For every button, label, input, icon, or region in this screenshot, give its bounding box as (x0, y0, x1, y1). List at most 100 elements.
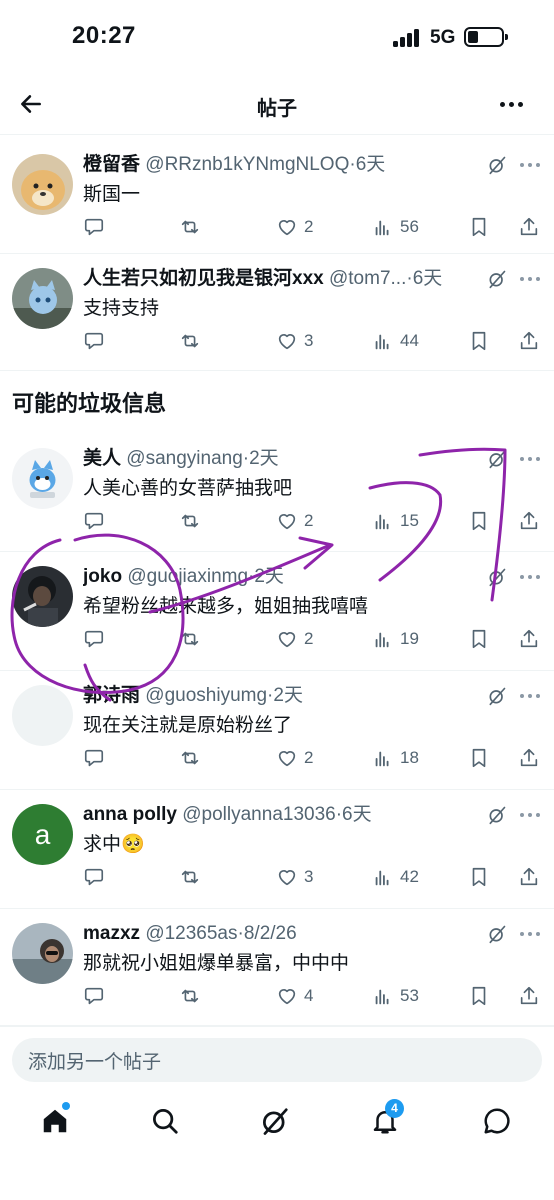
grok-icon[interactable] (487, 155, 507, 175)
bookmark-button[interactable] (468, 981, 490, 1011)
bookmark-button[interactable] (468, 862, 490, 892)
reply-button[interactable] (83, 862, 105, 892)
reply-button[interactable] (83, 212, 105, 242)
repost-button[interactable] (179, 624, 201, 654)
post-text: 现在关注就是原始粉丝了 (83, 715, 293, 736)
display-name[interactable]: 郭诗雨 (83, 685, 140, 706)
user-handle[interactable]: @sangyinang (126, 448, 242, 469)
grok-icon[interactable] (260, 1106, 294, 1140)
more-options-icon[interactable] (520, 163, 540, 168)
display-name[interactable]: 橙留香 (83, 154, 140, 175)
avatar[interactable] (12, 154, 73, 215)
notifications-icon[interactable]: 4 (370, 1099, 404, 1140)
reply-button[interactable] (83, 506, 105, 536)
like-button[interactable]: 3 (276, 326, 313, 356)
like-icon (278, 334, 296, 350)
more-options-icon[interactable] (500, 102, 526, 108)
repost-button[interactable] (179, 981, 201, 1011)
reply-post[interactable]: 美人 @sangyinang·2天 人美心善的女菩萨抽我吧 2 15 (0, 434, 554, 552)
avatar[interactable] (12, 923, 73, 984)
reply-button[interactable] (83, 624, 105, 654)
reply-button[interactable] (83, 326, 105, 356)
share-button[interactable] (518, 506, 540, 536)
avatar[interactable] (12, 685, 73, 746)
views-button[interactable]: 56 (372, 212, 419, 242)
reply-post[interactable]: joko @guojiaxinmg·2天 希望粉丝越来越多，姐姐抽我嘻嘻 2 19 (0, 552, 554, 671)
views-button[interactable]: 15 (372, 506, 419, 536)
views-button[interactable]: 19 (372, 624, 419, 654)
avatar[interactable] (12, 268, 73, 329)
likes-count: 2 (304, 629, 314, 648)
repost-button[interactable] (179, 862, 201, 892)
repost-button[interactable] (179, 326, 201, 356)
views-button[interactable]: 53 (372, 981, 419, 1011)
user-handle[interactable]: @guoshiyumg (145, 685, 267, 706)
status-bar: 20:27 5G (0, 0, 554, 75)
views-button[interactable]: 18 (372, 743, 419, 773)
grok-icon[interactable] (487, 805, 507, 825)
like-button[interactable]: 2 (276, 212, 313, 242)
more-options-icon[interactable] (520, 575, 540, 580)
more-options-icon[interactable] (520, 694, 540, 699)
display-name[interactable]: joko (83, 566, 122, 587)
bookmark-button[interactable] (468, 624, 490, 654)
like-button[interactable]: 2 (276, 743, 313, 773)
network-label: 5G (430, 27, 456, 48)
like-button[interactable]: 2 (276, 624, 313, 654)
user-handle[interactable]: @guojiaxinmg (127, 566, 248, 587)
user-handle[interactable]: @RRznb1kYNmgNLOQ (145, 154, 349, 175)
display-name[interactable]: 美人 (83, 448, 121, 469)
user-handle[interactable]: @pollyanna13036 (182, 804, 335, 825)
like-button[interactable]: 4 (276, 981, 313, 1011)
share-button[interactable] (518, 981, 540, 1011)
avatar[interactable]: a (12, 804, 73, 865)
more-options-icon[interactable] (520, 813, 540, 818)
views-button[interactable]: 42 (372, 862, 419, 892)
like-button[interactable]: 3 (276, 862, 313, 892)
bookmark-icon (472, 217, 486, 237)
reply-button[interactable] (83, 981, 105, 1011)
messages-icon[interactable] (482, 1106, 516, 1140)
home-icon[interactable] (40, 1102, 74, 1140)
reply-input[interactable]: 添加另一个帖子 (12, 1038, 542, 1082)
reply-button[interactable] (83, 743, 105, 773)
user-handle[interactable]: @tom7... (329, 268, 406, 289)
grok-icon[interactable] (487, 449, 507, 469)
avatar[interactable] (12, 566, 73, 627)
user-handle[interactable]: @12365as (145, 923, 237, 944)
share-button[interactable] (518, 743, 540, 773)
grok-icon[interactable] (487, 686, 507, 706)
repost-button[interactable] (179, 506, 201, 536)
bookmark-button[interactable] (468, 506, 490, 536)
share-button[interactable] (518, 624, 540, 654)
more-options-icon[interactable] (520, 932, 540, 937)
avatar[interactable] (12, 448, 73, 509)
grok-icon[interactable] (487, 567, 507, 587)
like-button[interactable]: 2 (276, 506, 313, 536)
share-button[interactable] (518, 212, 540, 242)
bookmark-icon (472, 331, 486, 351)
views-button[interactable]: 44 (372, 326, 419, 356)
share-button[interactable] (518, 862, 540, 892)
reply-post[interactable]: a anna polly @pollyanna13036·6天 求中🥺 3 42 (0, 790, 554, 909)
like-icon (278, 220, 296, 236)
bookmark-button[interactable] (468, 743, 490, 773)
display-name[interactable]: 人生若只如初见我是银河xxx (83, 268, 324, 289)
reply-post[interactable]: 郭诗雨 @guoshiyumg·2天 现在关注就是原始粉丝了 2 18 (0, 671, 554, 790)
repost-button[interactable] (179, 212, 201, 242)
reply-post[interactable]: 橙留香 @RRznb1kYNmgNLOQ·6天 斯国一 2 56 (0, 140, 554, 254)
bookmark-button[interactable] (468, 212, 490, 242)
post-text: 求中🥺 (83, 834, 145, 855)
reply-post[interactable]: 人生若只如初见我是银河xxx @tom7...·6天 支持支持 3 44 (0, 254, 554, 371)
grok-icon[interactable] (487, 924, 507, 944)
share-button[interactable] (518, 326, 540, 356)
display-name[interactable]: anna polly (83, 804, 177, 825)
bookmark-button[interactable] (468, 326, 490, 356)
search-icon[interactable] (150, 1106, 184, 1140)
more-options-icon[interactable] (520, 277, 540, 282)
display-name[interactable]: mazxz (83, 923, 140, 944)
reply-post[interactable]: mazxz @12365as·8/2/26 那就祝小姐姐爆单暴富，中中中 4 53 (0, 909, 554, 1026)
more-options-icon[interactable] (520, 457, 540, 462)
grok-icon[interactable] (487, 269, 507, 289)
repost-button[interactable] (179, 743, 201, 773)
